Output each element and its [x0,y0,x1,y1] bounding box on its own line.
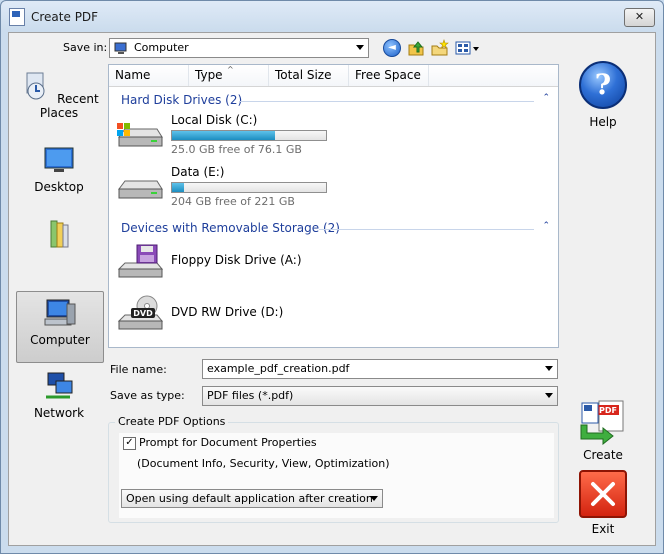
drive-name: DVD RW Drive (D:) [171,305,284,319]
floppy-drive-icon [117,244,164,278]
place-network[interactable]: Network [16,371,102,420]
save-in-combo[interactable]: Computer [109,38,369,58]
place-label: Network [33,406,85,420]
desktop-icon [44,147,74,172]
views-menu-button[interactable] [455,39,481,57]
create-pdf-window: Create PDF ✕ Save in: Computer ◄ Recent … [0,0,664,554]
computer-icon [44,299,76,326]
help-label: Help [589,115,617,129]
file-name-combo[interactable]: example_pdf_creation.pdf [202,359,558,379]
group-divider [239,101,534,102]
column-header: Name Type ^ Total Size Free Space [109,65,558,87]
create-button[interactable]: PDF Create [573,399,633,462]
drive-item-data-e[interactable]: Data (E:) 204 GB free of 221 GB [115,165,415,211]
exit-button[interactable]: Exit [573,470,633,536]
pdf-badge: PDF [599,406,617,415]
group-header-hard-disk-drives[interactable]: Hard Disk Drives (2) [121,93,242,107]
options-group-title: Create PDF Options [115,415,229,428]
computer-small-icon [114,42,127,54]
column-name[interactable]: Name [109,65,189,86]
prompt-properties-detail: (Document Info, Security, View, Optimiza… [137,457,390,470]
save-as-type-select[interactable]: PDF files (*.pdf) [202,386,558,406]
title-bar: Create PDF ✕ [1,1,663,33]
open-after-creation-select[interactable]: Open using default application after cre… [121,489,383,508]
places-bar: Recent Places Desktop Computer Network [16,63,104,420]
hard-drive-icon [117,123,163,147]
help-icon: ? [579,61,627,109]
drive-usage-bar [171,130,327,141]
group-divider [319,229,534,230]
drive-item-local-disk-c[interactable]: Local Disk (C:) 25.0 GB free of 76.1 GB [115,113,415,159]
create-pdf-options-group: Create PDF Options ✓ Prompt for Document… [108,415,559,523]
drive-item-floppy-a[interactable]: Floppy Disk Drive (A:) [115,241,415,287]
help-button[interactable]: ? Help [573,61,633,129]
options-panel: ✓ Prompt for Document Properties (Docume… [119,433,554,518]
collapse-caret-icon[interactable]: ⌃ [542,93,550,103]
drive-item-dvd-d[interactable]: DVD DVD RW Drive (D:) [115,293,415,339]
dvd-drive-icon: DVD [117,295,164,330]
hard-drive-icon [118,180,163,199]
place-label: Desktop [34,180,84,194]
close-icon: ✕ [634,10,645,23]
column-total-size[interactable]: Total Size [269,65,349,86]
chevron-down-icon [370,496,378,501]
chevron-down-icon [356,45,364,50]
drive-usage-fill [172,131,276,140]
new-folder-icon [431,39,449,56]
column-free-space[interactable]: Free Space [349,65,429,86]
back-button[interactable]: ◄ [383,39,401,57]
place-label: Computer [30,333,90,347]
save-in-label: Save in: [63,41,108,54]
dvd-badge: DVD [133,309,153,318]
save-as-type-value: PDF files (*.pdf) [207,389,294,402]
chevron-down-icon [545,393,553,398]
drive-name: Floppy Disk Drive (A:) [171,253,302,267]
up-folder-button[interactable] [407,39,425,57]
place-desktop[interactable]: Desktop [16,145,102,194]
back-arrow-icon: ◄ [383,39,401,57]
save-in-value: Computer [134,41,189,54]
group-header-removable-storage[interactable]: Devices with Removable Storage (2) [121,221,340,235]
place-libraries[interactable] [16,219,102,254]
place-recent-places[interactable]: Recent Places [16,71,102,120]
app-icon [9,8,25,26]
exit-icon [579,470,627,518]
libraries-icon [50,220,69,248]
close-x-icon [591,482,615,506]
drive-usage-fill [172,183,185,192]
drive-usage-bar [171,182,327,193]
dialog-client: Save in: Computer ◄ Recent Places Deskto… [8,32,656,546]
file-name-label: File name: [110,363,167,376]
window-title: Create PDF [31,10,99,24]
drive-name: Data (E:) [171,165,225,179]
file-name-input[interactable]: example_pdf_creation.pdf [207,362,349,375]
sort-ascending-icon: ^ [227,65,234,74]
exit-label: Exit [591,522,615,536]
network-icon [46,372,73,399]
open-after-creation-value: Open using default application after cre… [126,492,373,505]
prompt-properties-checkbox[interactable]: ✓ [123,437,136,450]
create-pdf-icon: PDF [580,400,624,446]
close-button[interactable]: ✕ [624,8,655,27]
drive-free-space: 204 GB free of 221 GB [171,195,295,208]
recent-places-icon [26,72,45,100]
drives-list[interactable]: Name Type ^ Total Size Free Space Hard D… [108,64,559,348]
place-computer[interactable]: Computer [16,291,104,363]
chevron-down-icon [545,366,553,371]
collapse-caret-icon[interactable]: ⌃ [542,221,550,231]
create-label: Create [583,448,623,462]
new-folder-button[interactable] [431,39,449,57]
prompt-properties-label[interactable]: Prompt for Document Properties [139,436,317,449]
drive-free-space: 25.0 GB free of 76.1 GB [171,143,302,156]
views-icon [455,41,479,55]
up-folder-icon [408,41,424,56]
drive-name: Local Disk (C:) [171,113,258,127]
save-as-type-label: Save as type: [110,389,185,402]
